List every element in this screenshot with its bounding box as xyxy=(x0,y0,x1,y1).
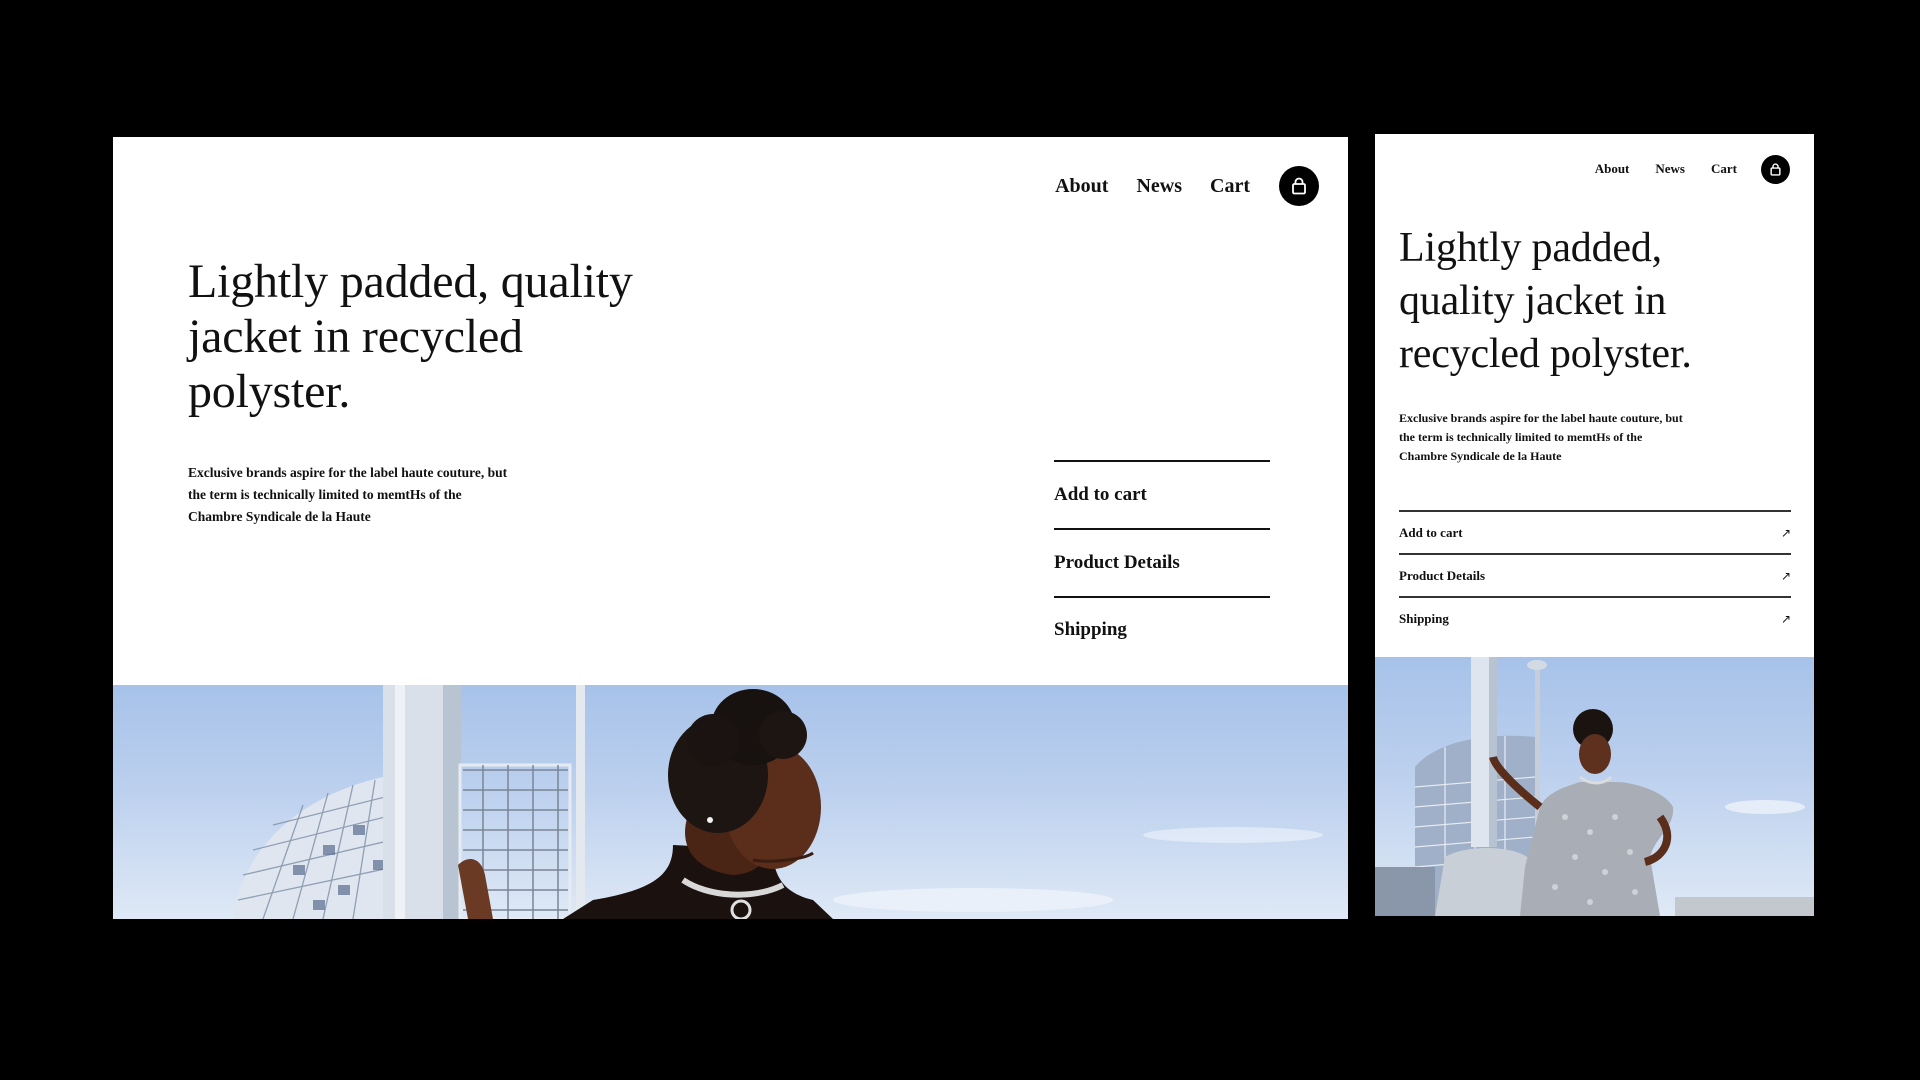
hero-photo-scene xyxy=(1375,657,1814,916)
product-accordion: Add to cart Product Details Shipping xyxy=(1054,460,1270,662)
accordion-product-details[interactable]: Product Details xyxy=(1054,528,1270,596)
accordion-label: Add to cart xyxy=(1054,484,1147,505)
product-headline: Lightly padded, quality jacket in recycl… xyxy=(1399,225,1692,377)
accordion-product-details[interactable]: Product Details ↗ xyxy=(1399,553,1791,596)
main-nav: About News Cart xyxy=(1055,165,1319,207)
nav-cart-link[interactable]: Cart xyxy=(1711,161,1737,177)
accordion-add-to-cart[interactable]: Add to cart xyxy=(1054,460,1270,528)
product-headline: Lightly padded, quality jacket in recycl… xyxy=(188,255,633,418)
accordion-label: Product Details xyxy=(1054,552,1180,573)
accordion-shipping[interactable]: Shipping ↗ xyxy=(1399,596,1791,639)
accordion-label: Add to cart xyxy=(1399,524,1463,540)
nav-news-link[interactable]: News xyxy=(1655,161,1685,177)
arrow-up-right-icon: ↗ xyxy=(1780,525,1791,540)
mobile-mockup: About News Cart Lightly padded, quality … xyxy=(1375,134,1814,916)
desktop-mockup: About News Cart Lightly padded, quality … xyxy=(113,137,1348,919)
nav-cart-link[interactable]: Cart xyxy=(1210,175,1250,198)
arrow-up-right-icon: ↗ xyxy=(1780,611,1791,626)
product-description: Exclusive brands aspire for the label ha… xyxy=(1399,411,1683,463)
product-description: Exclusive brands aspire for the label ha… xyxy=(188,465,508,524)
accordion-label: Shipping xyxy=(1054,619,1127,640)
product-accordion: Add to cart ↗ Product Details ↗ Shipping… xyxy=(1399,510,1791,639)
arrow-up-right-icon: ↗ xyxy=(1780,568,1791,583)
shopping-bag-icon[interactable] xyxy=(1761,154,1790,184)
nav-news-link[interactable]: News xyxy=(1136,175,1182,198)
hero-photo xyxy=(1375,657,1814,916)
hero-photo xyxy=(113,685,1348,919)
accordion-label: Product Details xyxy=(1399,567,1486,583)
nav-about-link[interactable]: About xyxy=(1595,161,1630,177)
main-nav: About News Cart xyxy=(1595,153,1790,185)
shopping-bag-icon[interactable] xyxy=(1279,166,1319,206)
accordion-label: Shipping xyxy=(1399,610,1449,626)
accordion-shipping[interactable]: Shipping xyxy=(1054,596,1270,662)
nav-about-link[interactable]: About xyxy=(1055,175,1108,198)
hero-photo-scene xyxy=(233,685,1323,919)
accordion-add-to-cart[interactable]: Add to cart ↗ xyxy=(1399,510,1791,553)
